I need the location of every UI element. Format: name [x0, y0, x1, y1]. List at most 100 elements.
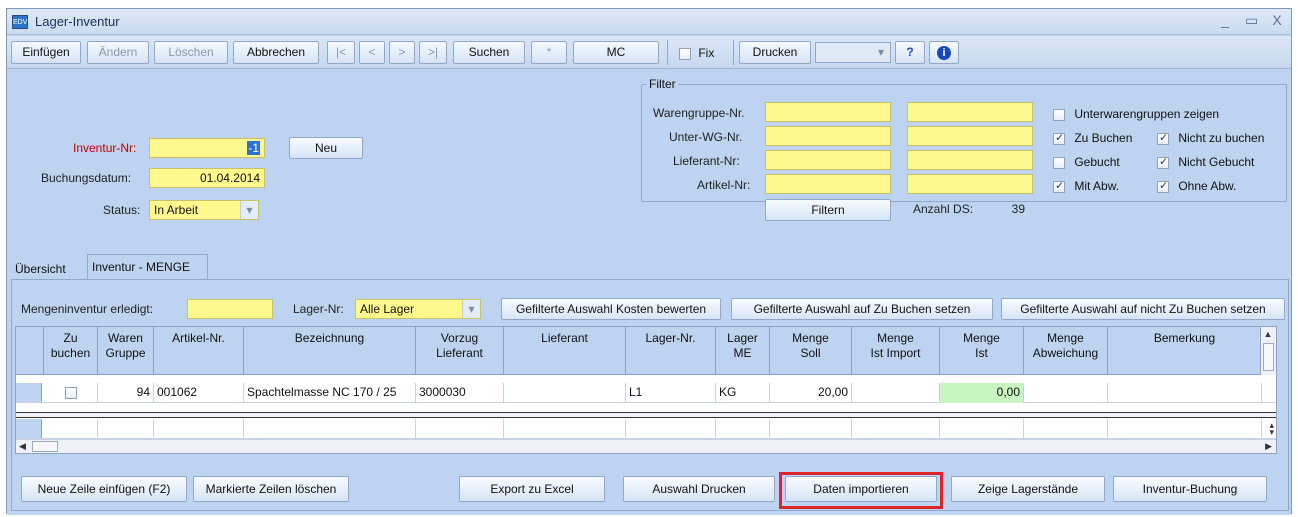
col-vorzug-lieferant[interactable]: Vorzug Lieferant — [416, 327, 504, 375]
filtern-button[interactable]: Filtern — [765, 199, 891, 221]
cell-bemerkung[interactable] — [1108, 383, 1262, 403]
zu-buchen-checkbox[interactable]: Zu Buchen — [1053, 131, 1132, 145]
cell-artikel-nr[interactable]: 001062 — [154, 383, 244, 403]
print-combo[interactable]: ▾ — [815, 42, 891, 63]
scroll-thumb[interactable] — [1263, 343, 1274, 371]
chevron-down-icon[interactable]: ▾ — [462, 300, 480, 318]
help-button[interactable]: ? — [895, 41, 925, 64]
row-selector[interactable] — [16, 383, 42, 402]
checkbox-box[interactable] — [1157, 155, 1169, 169]
new-cell[interactable] — [852, 419, 940, 439]
lieferant-from-field[interactable] — [765, 150, 891, 170]
export-excel-button[interactable]: Export zu Excel — [459, 476, 605, 502]
cell-menge-ist[interactable]: 0,00 — [940, 383, 1024, 403]
auf-nicht-zu-buchen-setzen-button[interactable]: Gefilterte Auswahl auf nicht Zu Buchen s… — [1001, 298, 1285, 320]
first-record-button[interactable]: |< — [327, 41, 355, 64]
ohne-abw-checkbox[interactable]: Ohne Abw. — [1157, 179, 1236, 193]
fix-checkbox-box[interactable] — [679, 47, 691, 60]
lieferant-to-field[interactable] — [907, 150, 1033, 170]
tab-inventur-menge[interactable]: Inventur - MENGE — [87, 254, 208, 280]
lager-nr-select[interactable]: Alle Lager ▾ — [355, 299, 481, 319]
status-select[interactable]: In Arbeit ▾ — [149, 200, 259, 220]
mengeninventur-erledigt-field[interactable] — [187, 299, 273, 319]
checkbox-box[interactable] — [1157, 179, 1169, 193]
col-menge-ist-import[interactable]: Menge Ist Import — [852, 327, 940, 375]
new-cell[interactable] — [1108, 419, 1262, 439]
auswahl-drucken-button[interactable]: Auswahl Drucken — [623, 476, 775, 502]
scroll-left-icon[interactable]: ◀ — [19, 441, 26, 452]
minimize-icon[interactable]: _ — [1219, 12, 1231, 29]
nicht-zu-buchen-checkbox[interactable]: Nicht zu buchen — [1157, 131, 1264, 145]
cell-menge-abweichung[interactable] — [1024, 383, 1108, 403]
new-cell[interactable] — [416, 419, 504, 439]
mc-button[interactable]: MC — [573, 41, 659, 64]
new-cell[interactable] — [44, 419, 98, 439]
zu-buchen-checkbox[interactable] — [64, 386, 77, 399]
artikel-from-field[interactable] — [765, 174, 891, 194]
star-button[interactable]: * — [531, 41, 567, 64]
gebucht-checkbox[interactable]: Gebucht — [1053, 155, 1120, 169]
col-lager-me[interactable]: Lager ME — [716, 327, 770, 375]
cell-waren-gruppe[interactable]: 94 — [98, 383, 154, 403]
nicht-gebucht-checkbox[interactable]: Nicht Gebucht — [1157, 155, 1254, 169]
aendern-button[interactable]: Ändern — [87, 41, 149, 64]
col-menge-ist[interactable]: Menge Ist — [940, 327, 1024, 375]
auf-zu-buchen-setzen-button[interactable]: Gefilterte Auswahl auf Zu Buchen setzen — [731, 298, 993, 320]
cell-lager-me[interactable]: KG — [716, 383, 770, 403]
checkbox-box[interactable] — [1053, 108, 1065, 121]
inventur-buchung-button[interactable]: Inventur-Buchung — [1113, 476, 1267, 502]
cell-lieferant[interactable] — [504, 383, 626, 403]
scroll-up-icon[interactable]: ▲ — [1263, 329, 1273, 339]
new-cell[interactable] — [98, 419, 154, 439]
mit-abw-checkbox[interactable]: Mit Abw. — [1053, 179, 1119, 193]
close-icon[interactable]: X — [1271, 12, 1283, 29]
checkbox-box[interactable] — [1053, 156, 1065, 169]
unterwg-from-field[interactable] — [765, 126, 891, 146]
prev-record-button[interactable]: < — [359, 41, 385, 64]
col-bezeichnung[interactable]: Bezeichnung — [244, 327, 416, 375]
cell-bezeichnung[interactable]: Spachtelmasse NC 170 / 25 — [244, 383, 416, 403]
spin-icon[interactable]: ▴ ▾ — [1269, 421, 1274, 437]
unterwarengruppen-checkbox[interactable]: Unterwarengruppen zeigen — [1053, 107, 1219, 121]
checkbox-box[interactable] — [1053, 131, 1065, 145]
horizontal-scrollbar[interactable]: ◀ ▶ — [16, 439, 1276, 453]
scroll-thumb[interactable] — [32, 441, 58, 452]
checkbox-box[interactable] — [1157, 131, 1169, 145]
new-cell[interactable] — [504, 419, 626, 439]
cell-menge-ist-import[interactable] — [852, 383, 940, 403]
maximize-icon[interactable]: ▭ — [1245, 12, 1258, 29]
zeige-lagerstaende-button[interactable]: Zeige Lagerstände — [951, 476, 1105, 502]
kosten-bewerten-button[interactable]: Gefilterte Auswahl Kosten bewerten — [501, 298, 721, 320]
new-cell[interactable] — [244, 419, 416, 439]
cell-lager-nr[interactable]: L1 — [626, 383, 716, 403]
tab-uebersicht[interactable]: Übersicht — [15, 262, 66, 276]
neu-button[interactable]: Neu — [289, 137, 363, 159]
col-lager-nr[interactable]: Lager-Nr. — [626, 327, 716, 375]
new-row[interactable]: ▴ ▾ — [16, 419, 1276, 439]
vertical-scrollbar[interactable]: ▲ — [1260, 327, 1276, 375]
info-button[interactable]: i — [929, 41, 959, 64]
new-cell[interactable] — [1024, 419, 1108, 439]
cell-zu-buchen[interactable] — [44, 383, 98, 403]
markierte-zeilen-loeschen-button[interactable]: Markierte Zeilen löschen — [193, 476, 349, 502]
table-row[interactable]: 94 001062 Spachtelmasse NC 170 / 25 3000… — [16, 383, 1276, 403]
col-waren-gruppe[interactable]: Waren Gruppe — [98, 327, 154, 375]
fix-checkbox[interactable]: Fix — [679, 46, 714, 60]
drucken-button[interactable]: Drucken — [739, 41, 811, 64]
checkbox-box[interactable] — [1053, 179, 1065, 193]
new-cell[interactable] — [770, 419, 852, 439]
loeschen-button[interactable]: Löschen — [154, 41, 228, 64]
buchungsdatum-field[interactable]: 01.04.2014 — [149, 168, 265, 188]
col-menge-soll[interactable]: Menge Soll — [770, 327, 852, 375]
cell-menge-soll[interactable]: 20,00 — [770, 383, 852, 403]
new-cell[interactable] — [940, 419, 1024, 439]
col-menge-abweichung[interactable]: Menge Abweichung — [1024, 327, 1108, 375]
artikel-to-field[interactable] — [907, 174, 1033, 194]
neue-zeile-button[interactable]: Neue Zeile einfügen (F2) — [21, 476, 187, 502]
row-selector[interactable] — [16, 419, 42, 438]
einfuegen-button[interactable]: Einfügen — [11, 41, 81, 64]
warengruppe-to-field[interactable] — [907, 102, 1033, 122]
new-cell[interactable] — [716, 419, 770, 439]
chevron-down-icon[interactable]: ▾ — [240, 201, 258, 219]
col-bemerkung[interactable]: Bemerkung — [1108, 327, 1262, 375]
